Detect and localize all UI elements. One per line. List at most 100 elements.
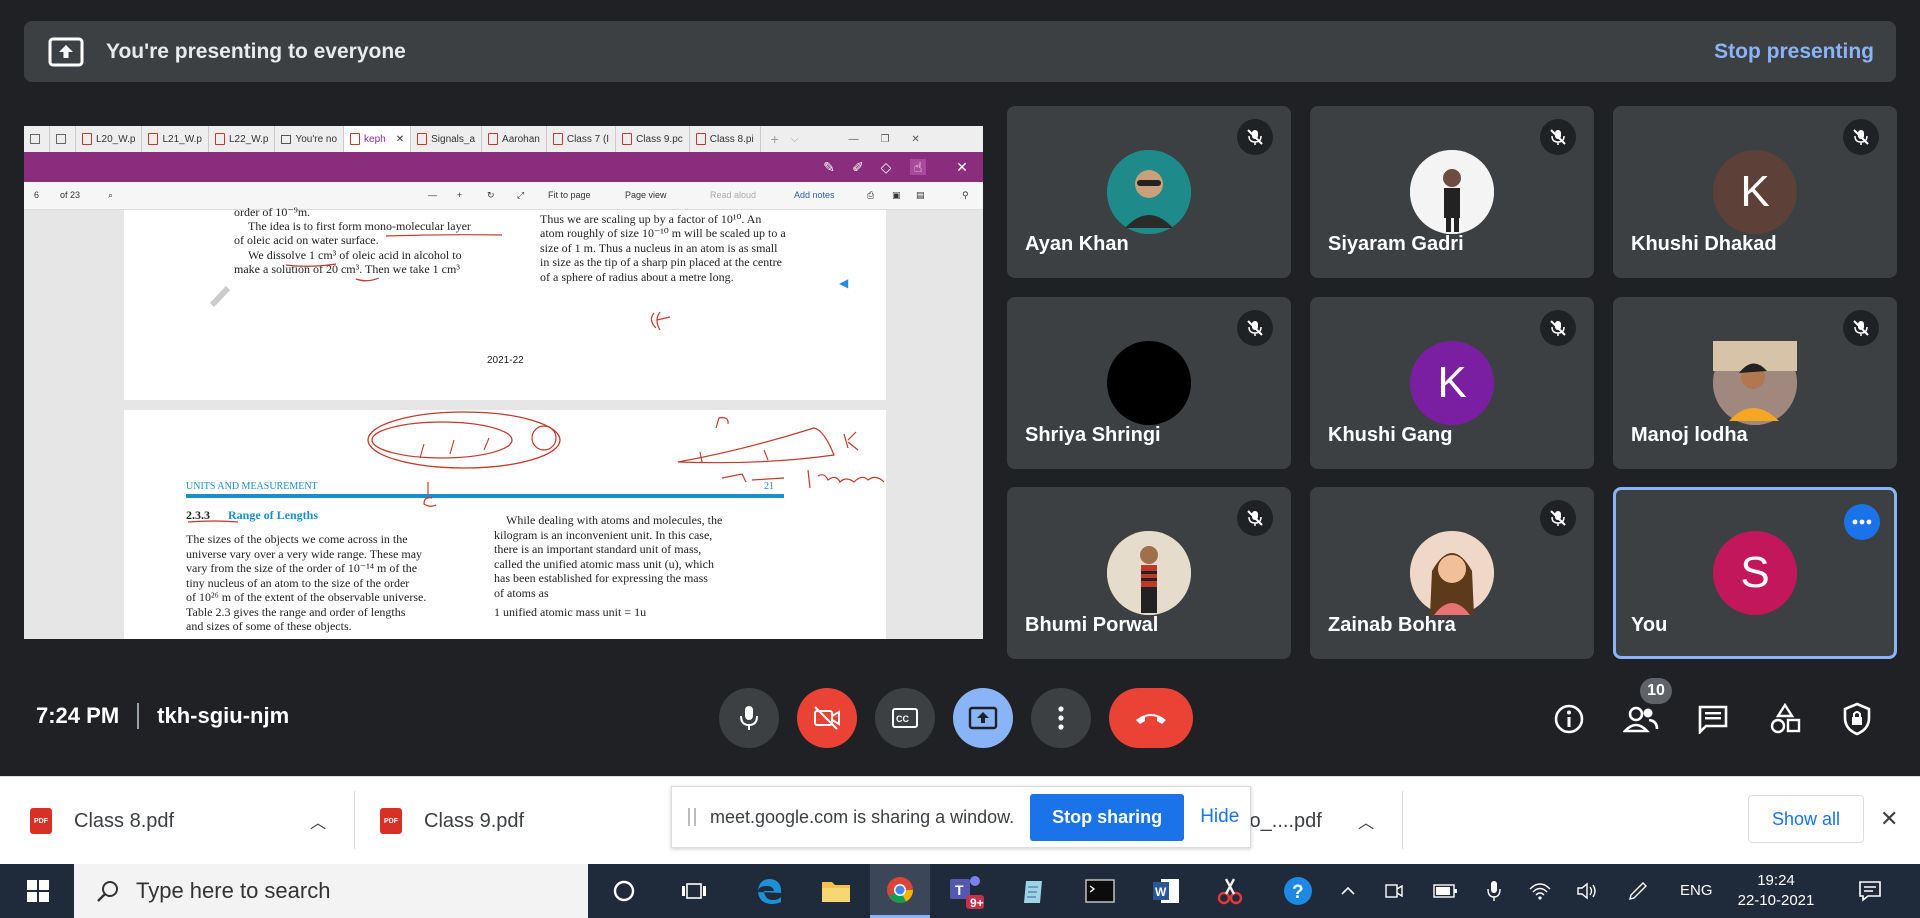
- notifications-button[interactable]: [1840, 864, 1900, 918]
- tab-icon-a[interactable]: [24, 126, 50, 152]
- participant-name: Ayan Khan: [1025, 233, 1129, 255]
- download-item[interactable]: PDF Class 9.pdf: [380, 777, 680, 865]
- tray-pen[interactable]: [1610, 864, 1666, 918]
- self-tile[interactable]: S You: [1613, 487, 1897, 659]
- window-close-icon[interactable]: ✕: [911, 134, 919, 145]
- muted-mic-icon: [1237, 500, 1273, 536]
- microphone-button[interactable]: [719, 688, 779, 748]
- meeting-details: 7:24 PM tkh-sgiu-njm: [36, 703, 289, 729]
- chrome-app[interactable]: [870, 864, 930, 918]
- close-icon[interactable]: ✕: [1880, 806, 1898, 832]
- captions-button[interactable]: CC: [875, 688, 935, 748]
- participant-tile[interactable]: Zainab Bohra: [1310, 487, 1594, 659]
- download-item[interactable]: to_....pdf ︿: [1244, 777, 1374, 865]
- print-icon[interactable]: ⎙: [867, 190, 874, 201]
- cortana-button[interactable]: [594, 864, 654, 918]
- browser-tab[interactable]: Signals_a: [411, 126, 483, 152]
- system-clock[interactable]: 19:24 22-10-2021: [1731, 871, 1821, 911]
- tray-volume[interactable]: [1560, 864, 1616, 918]
- search-icon[interactable]: ⌕: [108, 190, 113, 201]
- participant-tile[interactable]: Shriya Shringi: [1007, 297, 1291, 469]
- tab-list-chevron-icon[interactable]: ⌵: [791, 134, 799, 145]
- activities-button[interactable]: [1765, 699, 1805, 739]
- browser-tab[interactable]: Class 7 (I: [547, 126, 617, 152]
- browser-tab[interactable]: L22_W.p: [209, 126, 276, 152]
- browser-tab[interactable]: Aarohan: [482, 126, 547, 152]
- terminal-app[interactable]: [1070, 864, 1130, 918]
- person-photo-icon: [1107, 531, 1191, 615]
- save-icon[interactable]: ▣: [892, 190, 901, 201]
- participant-tile[interactable]: Manoj lodha: [1613, 297, 1897, 469]
- leave-call-button[interactable]: [1109, 688, 1193, 748]
- tab-close-icon[interactable]: ✕: [396, 134, 404, 145]
- participant-name: Zainab Bohra: [1328, 614, 1456, 636]
- fit-to-page-button[interactable]: Fit to page: [548, 190, 591, 200]
- page-number-input[interactable]: 6: [34, 190, 39, 200]
- wifi-icon: [1529, 883, 1551, 900]
- more-options-button[interactable]: [1031, 688, 1091, 748]
- participant-tile[interactable]: K Khushi Dhakad: [1613, 106, 1897, 278]
- notes-app[interactable]: [1004, 864, 1064, 918]
- teams-app[interactable]: T 9+: [936, 864, 996, 918]
- hide-button[interactable]: Hide: [1200, 806, 1239, 828]
- browser-tab[interactable]: Class 9.pc: [616, 126, 690, 152]
- touch-writing-icon[interactable]: ☝: [910, 159, 926, 175]
- stop-presenting-button[interactable]: Stop presenting: [1714, 40, 1874, 64]
- rotate-icon[interactable]: ↻: [487, 190, 495, 201]
- task-view-button[interactable]: [664, 864, 724, 918]
- new-tab-icon[interactable]: +: [771, 131, 779, 147]
- highlighter-icon[interactable]: ✐: [850, 159, 866, 175]
- pin-icon[interactable]: ⚲: [962, 190, 969, 201]
- chevron-up-icon[interactable]: ︿: [1358, 809, 1374, 833]
- people-button[interactable]: [1621, 699, 1661, 739]
- browser-tab-active[interactable]: keph ✕: [344, 126, 412, 152]
- close-ink-icon[interactable]: ✕: [954, 159, 970, 175]
- save-as-icon[interactable]: ▤: [916, 190, 925, 201]
- chrome-icon: [887, 876, 914, 903]
- avatar: [1410, 150, 1494, 234]
- browser-tab[interactable]: Class 8.pi: [690, 126, 761, 152]
- tray-meet-now[interactable]: [1366, 864, 1422, 918]
- meeting-details-button[interactable]: [1549, 699, 1589, 739]
- snipping-tool-app[interactable]: [1200, 864, 1260, 918]
- windows-logo-icon: [27, 880, 49, 902]
- stop-sharing-button[interactable]: Stop sharing: [1030, 793, 1185, 841]
- participant-tile[interactable]: Bhumi Porwal: [1007, 487, 1291, 659]
- participant-tile[interactable]: Ayan Khan: [1007, 106, 1291, 278]
- host-controls-button[interactable]: [1837, 699, 1877, 739]
- browser-tab[interactable]: L21_W.p: [142, 126, 209, 152]
- scissors-icon: [1217, 878, 1243, 905]
- chat-button[interactable]: [1693, 699, 1733, 739]
- minimize-icon[interactable]: —: [848, 134, 858, 145]
- pdf-page-2: UNITS AND MEASUREMENT 21 2.3.3 Range of …: [124, 410, 886, 639]
- chevron-up-icon[interactable]: ︿: [310, 809, 326, 833]
- file-explorer-app[interactable]: [806, 864, 866, 918]
- present-now-button[interactable]: [953, 688, 1013, 748]
- pen-icon[interactable]: ✎: [821, 159, 837, 175]
- browser-tab[interactable]: You're no: [275, 126, 345, 152]
- tab-icon-b[interactable]: [50, 126, 76, 152]
- restore-icon[interactable]: ❐: [880, 134, 889, 145]
- start-button[interactable]: [8, 864, 68, 918]
- download-item[interactable]: PDF Class 8.pdf ︿: [30, 777, 330, 865]
- read-aloud-button[interactable]: Read aloud: [710, 190, 756, 200]
- drag-handle-icon[interactable]: [688, 808, 696, 826]
- add-notes-button[interactable]: Add notes: [794, 190, 835, 200]
- camera-off-button[interactable]: [797, 688, 857, 748]
- more-options-icon[interactable]: [1844, 504, 1880, 540]
- show-all-button[interactable]: Show all: [1748, 795, 1864, 843]
- eraser-icon[interactable]: ◇: [878, 159, 894, 175]
- sharing-message: meet.google.com is sharing a window.: [710, 806, 1015, 827]
- browser-tab[interactable]: L20_W.p: [76, 126, 143, 152]
- svg-text:?: ?: [1292, 882, 1304, 903]
- taskbar-search[interactable]: Type here to search: [74, 864, 588, 918]
- language-indicator[interactable]: ENG: [1680, 882, 1713, 899]
- edge-app[interactable]: [740, 864, 800, 918]
- zoom-in-icon[interactable]: +: [457, 190, 462, 200]
- fullscreen-icon[interactable]: ⤢: [517, 190, 524, 201]
- word-app[interactable]: W: [1136, 864, 1196, 918]
- page-view-button[interactable]: Page view: [625, 190, 667, 200]
- participant-tile[interactable]: K Khushi Gang: [1310, 297, 1594, 469]
- participant-tile[interactable]: Siyaram Gadri: [1310, 106, 1594, 278]
- zoom-out-icon[interactable]: —: [428, 190, 437, 200]
